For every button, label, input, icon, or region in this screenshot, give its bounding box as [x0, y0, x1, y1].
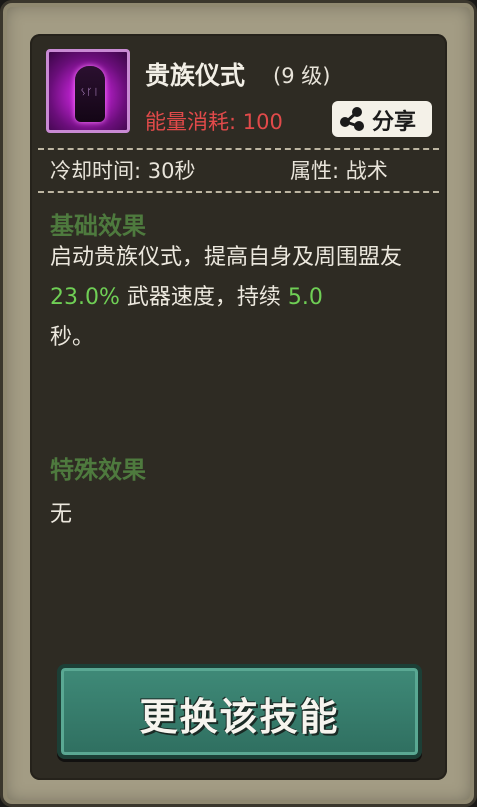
- weapon-speed-value: 23.0%: [50, 285, 120, 310]
- divider: [38, 191, 439, 193]
- base-effect-title: 基础效果: [50, 212, 146, 240]
- share-label: 分享: [372, 110, 417, 135]
- share-icon: [340, 107, 364, 131]
- ritual-stone-icon: ᛊᚴᛁ: [46, 49, 130, 133]
- special-effect-title: 特殊效果: [50, 456, 146, 484]
- energy-cost: 能量消耗: 100: [145, 110, 283, 134]
- divider: [38, 148, 439, 150]
- change-skill-button[interactable]: 更换该技能: [57, 664, 422, 759]
- skill-attribute: 属性: 战术: [290, 159, 388, 183]
- skill-name: 贵族仪式: [145, 61, 246, 90]
- change-skill-label: 更换该技能: [139, 695, 340, 739]
- skill-detail-panel: ᛊᚴᛁ 贵族仪式 (9 级) 能量消耗: 100 分享 冷却时间: 30秒 属性…: [30, 34, 447, 780]
- share-button[interactable]: 分享: [332, 101, 432, 137]
- duration-value: 5.0: [287, 285, 323, 310]
- cooldown-time: 冷却时间: 30秒: [50, 159, 196, 183]
- base-effect-description: 启动贵族仪式，提高自身及周围盟友 23.0% 武器速度，持续 5.0 秒。: [50, 245, 403, 350]
- skill-level: (9 级): [273, 64, 331, 88]
- skill-card-frame: ᛊᚴᛁ 贵族仪式 (9 级) 能量消耗: 100 分享 冷却时间: 30秒 属性…: [0, 0, 477, 807]
- special-effect-text: 无: [50, 502, 73, 527]
